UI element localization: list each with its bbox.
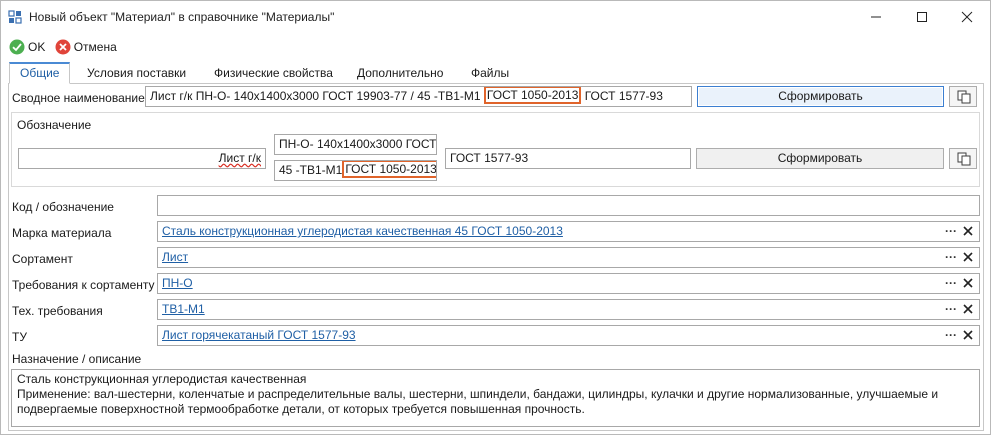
maximize-button[interactable] (899, 1, 945, 33)
copy-icon (957, 152, 971, 166)
tech-req-field[interactable]: ТВ1-М1 ··· (157, 299, 980, 320)
catalog-icon (8, 10, 22, 24)
assortment-field[interactable]: Лист ··· (157, 247, 980, 268)
assortment-req-browse-button[interactable]: ··· (945, 274, 957, 293)
purpose-line: Применение: вал-шестерни, коленчатые и р… (17, 387, 939, 401)
code-field[interactable] (157, 195, 980, 216)
designation-copy-button[interactable] (949, 148, 977, 169)
close-icon[interactable] (963, 304, 973, 314)
designation-stack-top[interactable]: ПН-О- 140х1400х3000 ГОСТ (274, 134, 437, 155)
close-window-button[interactable] (944, 1, 990, 33)
assortment-browse-button[interactable]: ··· (945, 248, 957, 267)
assortment-req-link[interactable]: ПН-О (162, 276, 193, 290)
assortment-req-label: Требования к сортаменту (12, 278, 155, 292)
dialog-window: Новый объект "Материал" в справочнике "М… (0, 0, 991, 435)
close-icon[interactable] (963, 278, 973, 288)
tech-req-link[interactable]: ТВ1-М1 (162, 302, 205, 316)
grade-browse-button[interactable]: ··· (945, 222, 957, 241)
code-label: Код / обозначение (12, 200, 114, 214)
tab-physical[interactable]: Физические свойства (204, 62, 343, 84)
copy-icon (957, 90, 971, 104)
assortment-link[interactable]: Лист (162, 250, 188, 264)
designation-stack-bottom-prefix: 45 -ТВ1-М1 (279, 163, 343, 177)
check-circle-icon (9, 39, 25, 55)
cancel-button[interactable]: Отмена (55, 38, 117, 56)
tech-req-browse-button[interactable]: ··· (945, 300, 957, 319)
tu-link[interactable]: Лист горячекатаный ГОСТ 1577-93 (162, 328, 356, 342)
summary-name-highlight: ГОСТ 1050-2013 (483, 87, 582, 104)
tu-browse-button[interactable]: ··· (945, 326, 957, 345)
grade-field[interactable]: Сталь конструкционная углеродистая качес… (157, 221, 980, 242)
close-icon[interactable] (963, 252, 973, 262)
designation-stack-bottom-highlight: ГОСТ 1050-2013 (342, 161, 436, 178)
tu-field[interactable]: Лист горячекатаный ГОСТ 1577-93 ··· (157, 325, 980, 346)
purpose-textarea[interactable]: Сталь конструкционная углеродистая качес… (11, 369, 980, 427)
ok-button[interactable]: OK (9, 38, 45, 56)
summary-name-part1: Лист г/к ПН-О- 140х1400х3000 ГОСТ 19903-… (150, 89, 481, 103)
toolbar: OK Отмена (9, 38, 123, 56)
tab-strip: Общие Условия поставки Физические свойст… (9, 62, 984, 84)
title-bar[interactable]: Новый объект "Материал" в справочнике "М… (1, 1, 990, 33)
maximize-icon (917, 12, 927, 22)
minimize-icon (871, 16, 881, 18)
close-icon[interactable] (963, 226, 973, 236)
designation-label: Обозначение (17, 118, 92, 132)
summary-name-part2: ГОСТ 1577-93 (584, 89, 663, 103)
x-circle-icon (55, 39, 71, 55)
tab-delivery[interactable]: Условия поставки (77, 62, 196, 84)
purpose-line: Сталь конструкционная углеродистая качес… (17, 372, 307, 386)
summary-name-field[interactable]: Лист г/к ПН-О- 140х1400х3000 ГОСТ 19903-… (145, 86, 692, 107)
summary-generate-button[interactable]: Сформировать (697, 86, 944, 107)
assortment-req-field[interactable]: ПН-О ··· (157, 273, 980, 294)
close-icon[interactable] (963, 330, 973, 340)
minimize-button[interactable] (853, 1, 899, 33)
summary-name-label: Сводное наименование (12, 91, 145, 105)
ok-label: OK (28, 40, 46, 54)
window-title: Новый объект "Материал" в справочнике "М… (29, 10, 335, 24)
tab-additional[interactable]: Дополнительно (347, 62, 453, 84)
assortment-label: Сортамент (12, 252, 73, 266)
tu-label: ТУ (12, 330, 27, 344)
summary-copy-button[interactable] (949, 86, 977, 107)
tab-files[interactable]: Файлы (461, 62, 519, 84)
grade-link[interactable]: Сталь конструкционная углеродистая качес… (162, 224, 563, 238)
purpose-label: Назначение / описание (12, 352, 142, 366)
cancel-label: Отмена (73, 40, 117, 54)
designation-generate-button[interactable]: Сформировать (696, 148, 944, 169)
purpose-line: подвергаемые поверхностной термообработк… (17, 402, 585, 416)
designation-left-field[interactable]: Лист г/к (18, 148, 266, 169)
grade-label: Марка материала (12, 226, 112, 240)
designation-stack-bottom[interactable]: 45 -ТВ1-М1 ГОСТ 1050-2013 (274, 160, 437, 181)
designation-left-value: Лист г/к (218, 151, 261, 165)
tab-general[interactable]: Общие (9, 62, 71, 84)
tech-req-label: Тех. требования (12, 304, 103, 318)
designation-right-field[interactable]: ГОСТ 1577-93 (445, 148, 691, 169)
close-icon (961, 11, 973, 23)
